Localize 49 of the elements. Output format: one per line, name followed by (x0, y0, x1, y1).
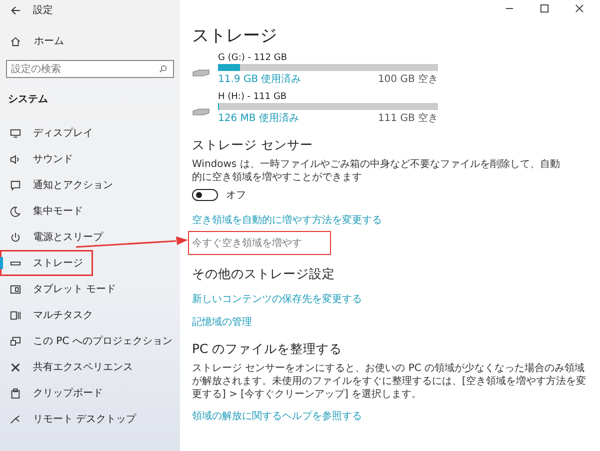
sidebar-item[interactable]: クリップボード (0, 380, 103, 406)
description-text: ストレージ センサーをオンにすると、お使いの PC の領域が少なくなった場合のみ領域が解放されます。未使用のファイルをすぐに整理するには、[空き領域を増やす方法を変更する] > [今すぐクリーンアップ] を選択します。 (192, 362, 587, 401)
sidebar-item[interactable]: タブレット モード (0, 276, 116, 302)
sidebar-item-icon (10, 154, 21, 164)
sidebar-item[interactable]: 電源とスリープ (0, 224, 103, 250)
page-title: ストレージ (192, 25, 278, 47)
search-icon (159, 65, 167, 73)
sidebar-item[interactable]: サウンド (0, 146, 73, 172)
drive-label: H (H:) - 111 GB (218, 92, 288, 102)
toggle-label: オフ (226, 189, 246, 202)
sidebar-item[interactable]: 集中モード (0, 198, 83, 224)
sidebar-item-icon (10, 232, 21, 242)
home-link[interactable]: ホーム (34, 34, 64, 48)
window-title: 設定 (33, 4, 53, 17)
close-icon[interactable] (575, 4, 584, 13)
sidebar-item-icon (10, 284, 21, 294)
drive-icon (192, 108, 210, 116)
sidebar-item-icon (10, 362, 21, 372)
sidebar-item[interactable]: ディスプレイ (0, 120, 93, 146)
sidebar-item-icon (10, 206, 21, 216)
sidebar-item-icon (10, 388, 21, 398)
maximize-icon[interactable] (540, 4, 549, 13)
sidebar-item-icon (10, 128, 21, 138)
sidebar-item-icon (10, 180, 21, 190)
drive-label: G (G:) - 112 GB (218, 53, 288, 63)
sidebar-item-icon (10, 336, 21, 346)
section-heading: ストレージ センサー (192, 137, 314, 154)
free-space: 100 GB 空き (378, 72, 438, 86)
home-icon (10, 36, 21, 46)
description-text: Windows は、一時ファイルやごみ箱の中身など不要なファイルを削除して、自動的に空き領域を増やすことができます (192, 158, 561, 184)
selection-indicator (0, 257, 3, 269)
sidebar-item[interactable]: ストレージ (0, 250, 93, 276)
section-heading: その他のストレージ設定 (192, 266, 336, 283)
back-arrow-icon[interactable] (10, 4, 21, 16)
drive-icon (192, 68, 210, 76)
sidebar-item-icon (10, 414, 21, 424)
used-space: 126 MB 使用済み (218, 112, 299, 125)
sidebar-item-icon (10, 310, 21, 320)
section-heading: PC のファイルを整理する (192, 341, 344, 358)
free-space: 111 GB 空き (378, 112, 438, 125)
search-field[interactable]: 設定の検索 (6, 60, 174, 78)
sidebar-item[interactable]: リモート デスクトップ (0, 406, 136, 432)
sidebar-item[interactable]: 通知とアクション (0, 172, 113, 198)
sidebar-item[interactable]: この PC へのプロジェクション (0, 328, 172, 354)
sidebar-item[interactable]: 共有エクスペリエンス (0, 354, 133, 380)
used-space: 11.9 GB 使用済み (218, 72, 302, 86)
section-heading: システム (7, 93, 49, 106)
sidebar-item[interactable]: マルチタスク (0, 302, 93, 328)
toggle-switch[interactable] (192, 189, 218, 201)
